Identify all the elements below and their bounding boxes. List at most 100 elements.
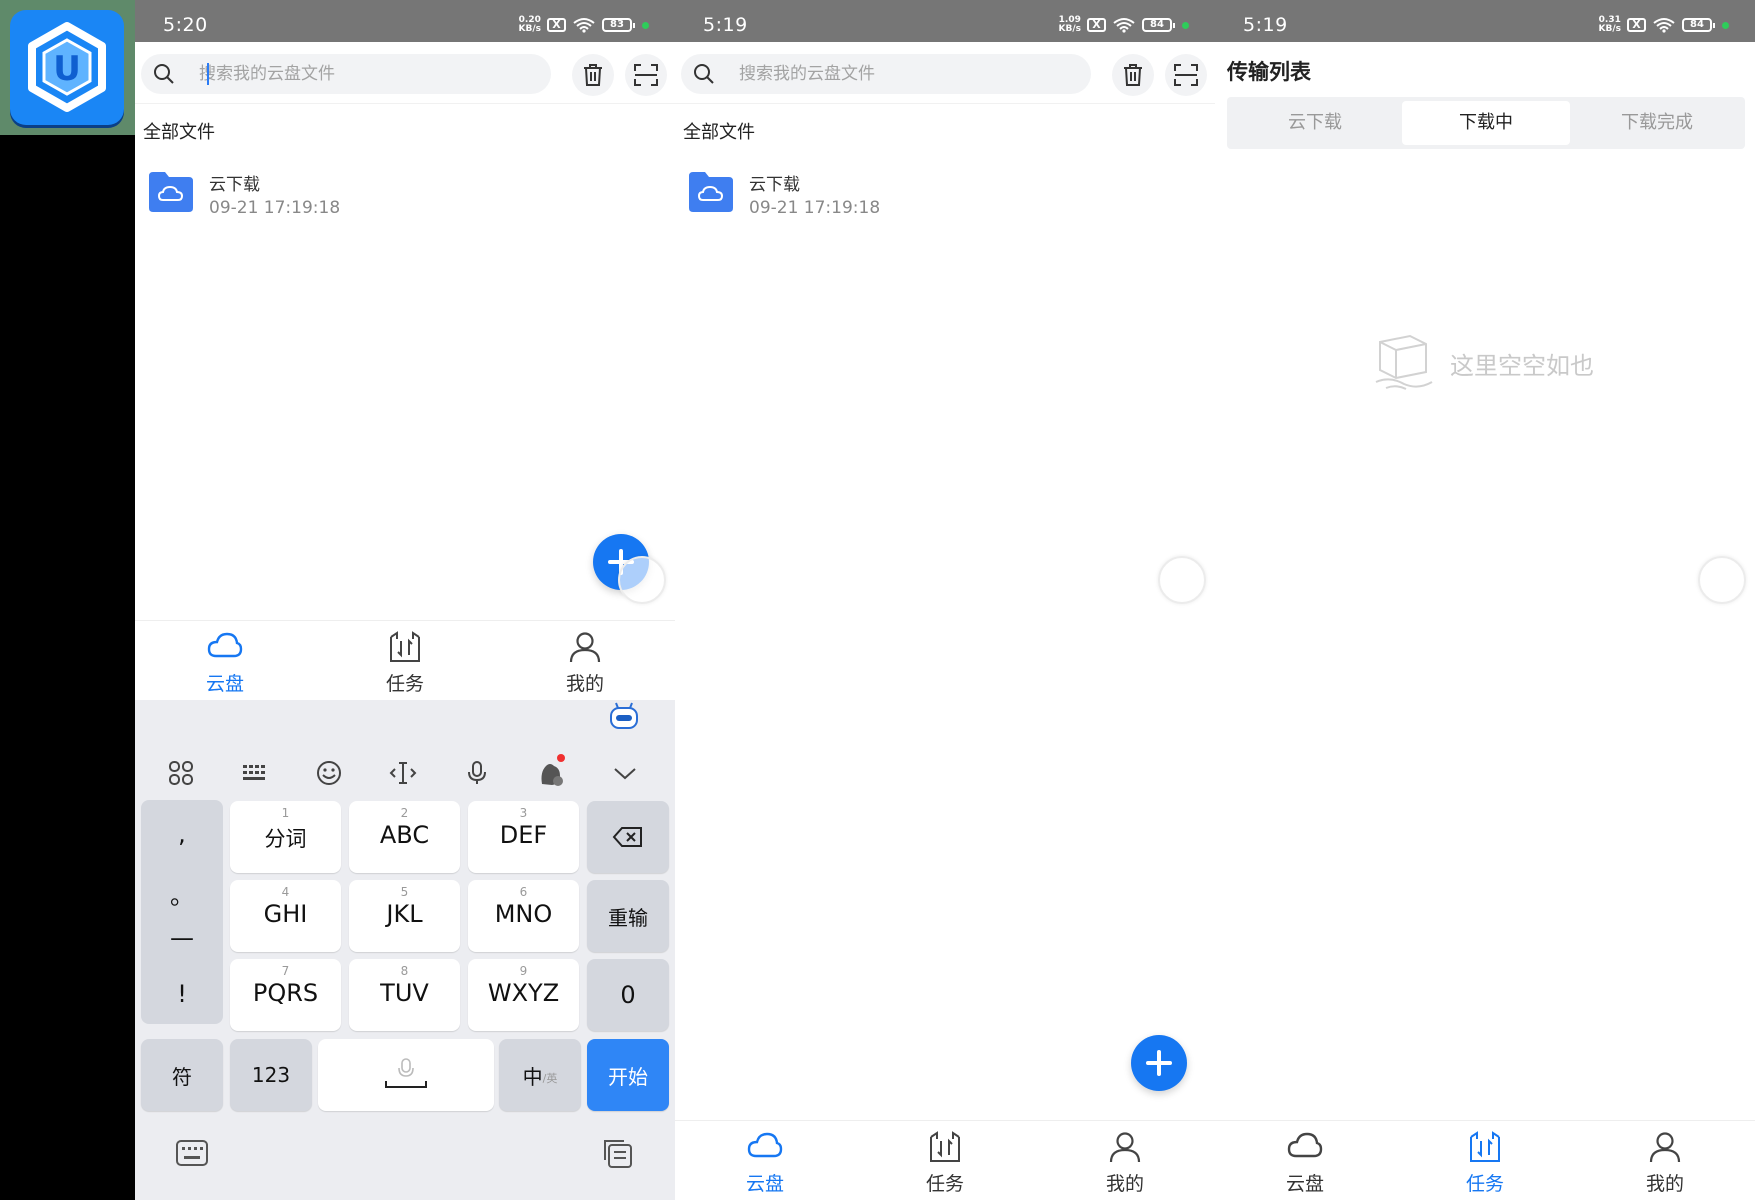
cloud-folder-icon (689, 172, 733, 212)
search-input[interactable] (199, 59, 529, 89)
microphone-icon (468, 761, 486, 784)
punct-comma[interactable]: , (141, 820, 223, 848)
key-number: 6 (519, 885, 528, 899)
tab-label: 云盘 (205, 673, 244, 695)
tab-cloud[interactable]: 云盘 (675, 1121, 855, 1200)
no-sim-icon: X (547, 18, 566, 32)
status-bar: 5:20 0.20 KB/s X 83 (135, 0, 675, 42)
tab-mine[interactable]: 我的 (1575, 1121, 1755, 1200)
reinput-key[interactable]: 重输 (587, 880, 669, 952)
tab-tasks[interactable]: 任务 (1395, 1121, 1575, 1200)
tab-label: 任务 (925, 1173, 964, 1195)
panel-transfer-list: 5:19 0.31 KB/s X 84 传输列表 云下载 下载中 下载完成 这里… (1215, 0, 1755, 1200)
empty-state-text: 这里空空如也 (1450, 352, 1594, 380)
scan-button[interactable] (625, 54, 667, 96)
voice-button[interactable] (451, 748, 503, 798)
task-icon (930, 1131, 960, 1162)
tab-tasks[interactable]: 任务 (855, 1121, 1035, 1200)
space-key[interactable] (318, 1039, 494, 1111)
key-5[interactable]: 5 JKL (349, 880, 460, 952)
page-title: 传输列表 (1227, 60, 1311, 84)
key-label: DEF (499, 821, 548, 849)
key-number: 4 (281, 885, 290, 899)
app-icon[interactable]: U (10, 10, 124, 125)
punct-dash[interactable]: — (141, 924, 223, 952)
trash-button[interactable] (572, 54, 614, 96)
segment-cloud-download[interactable]: 云下载 (1231, 101, 1399, 145)
network-speed-unit: KB/s (1598, 24, 1621, 34)
ime-assistant-icon[interactable] (608, 702, 640, 732)
key-8[interactable]: 8 TUV (349, 959, 460, 1031)
scan-button[interactable] (1165, 54, 1207, 96)
tab-mine[interactable]: 我的 (495, 621, 675, 701)
key-0[interactable]: 0 (587, 959, 669, 1031)
tab-cloud[interactable]: 云盘 (1215, 1121, 1395, 1200)
language-toggle-center: 中/英 (499, 1039, 581, 1111)
notification-dot (557, 754, 565, 762)
status-indicators: 0.20 KB/s X 83 (519, 14, 649, 36)
space-key-center (318, 1039, 494, 1111)
emoji-button[interactable] (303, 748, 355, 798)
user-icon (1649, 1132, 1681, 1163)
key-6[interactable]: 6 MNO (468, 880, 579, 952)
app-logo-letter: U (53, 49, 81, 89)
keyboard-layout-button[interactable] (229, 748, 281, 798)
file-item[interactable]: 云下载 09-21 17:19:18 (689, 168, 1189, 228)
zero-label: 0 (620, 981, 636, 1009)
punct-exclaim[interactable]: ! (141, 980, 223, 1008)
language-toggle-key[interactable]: 中/英 (499, 1039, 581, 1111)
punct-period[interactable]: 。 (141, 876, 223, 911)
key-number: 5 (400, 885, 409, 899)
grid-menu-button[interactable] (155, 748, 207, 798)
key-label: PQRS (252, 979, 319, 1007)
tab-mine[interactable]: 我的 (1035, 1121, 1215, 1200)
privacy-indicator-dot (642, 21, 649, 29)
file-item[interactable]: 云下载 09-21 17:19:18 (149, 168, 649, 228)
key-3[interactable]: 3 DEF (468, 801, 579, 873)
add-fab-button[interactable] (1131, 1035, 1187, 1091)
text-cursor (207, 63, 209, 85)
privacy-indicator-dot (1722, 21, 1729, 29)
grid-menu-icon (169, 761, 193, 785)
network-speed: 0.31 KB/s (1599, 16, 1621, 34)
clipboard-icon[interactable] (601, 1138, 635, 1170)
key-2[interactable]: 2 ABC (349, 801, 460, 873)
start-label: 开始 (608, 1064, 648, 1089)
segment-downloading[interactable]: 下载中 (1402, 101, 1570, 145)
search-input[interactable] (739, 59, 1069, 89)
floating-assist-ball[interactable] (1158, 556, 1206, 604)
collapse-keyboard-button[interactable] (599, 748, 651, 798)
symbol-key[interactable]: 符 (141, 1039, 223, 1111)
theme-button[interactable] (525, 748, 577, 798)
floating-assist-ball[interactable] (1698, 556, 1746, 604)
chevron-down-icon (614, 768, 636, 780)
tab-cloud[interactable]: 云盘 (135, 621, 315, 701)
file-name: 云下载 (749, 175, 800, 195)
key-4[interactable]: 4 GHI (230, 880, 341, 952)
search-box[interactable] (141, 54, 551, 94)
network-speed: 0.20 KB/s (519, 16, 541, 34)
status-indicators: 0.31 KB/s X 84 (1599, 14, 1729, 36)
trash-button[interactable] (1112, 54, 1154, 96)
floating-assist-ball[interactable] (618, 556, 666, 604)
search-icon (154, 64, 174, 84)
wifi-icon (1653, 18, 1675, 33)
key-7[interactable]: 7 PQRS (230, 959, 341, 1031)
task-icon (1470, 1131, 1500, 1162)
key-label: MNO (494, 900, 553, 928)
key-9[interactable]: 9 WXYZ (468, 959, 579, 1031)
start-key[interactable]: 开始 (587, 1039, 669, 1111)
search-box[interactable] (681, 54, 1091, 94)
punctuation-column[interactable]: , 。 — ! (141, 800, 223, 1024)
tab-tasks[interactable]: 任务 (315, 621, 495, 701)
app-logo-hexagon-icon: U (28, 22, 106, 112)
backspace-key[interactable] (587, 801, 669, 873)
cursor-move-button[interactable] (377, 748, 429, 798)
keyboard-switch-icon[interactable] (175, 1138, 209, 1168)
cloud-icon (1287, 1132, 1323, 1158)
numbers-key[interactable]: 123 (230, 1039, 312, 1111)
key-1[interactable]: 1 分词 (230, 801, 341, 873)
network-speed-unit: KB/s (518, 24, 541, 34)
key-label: TUV (380, 979, 429, 1007)
segment-download-complete[interactable]: 下载完成 (1573, 101, 1741, 145)
